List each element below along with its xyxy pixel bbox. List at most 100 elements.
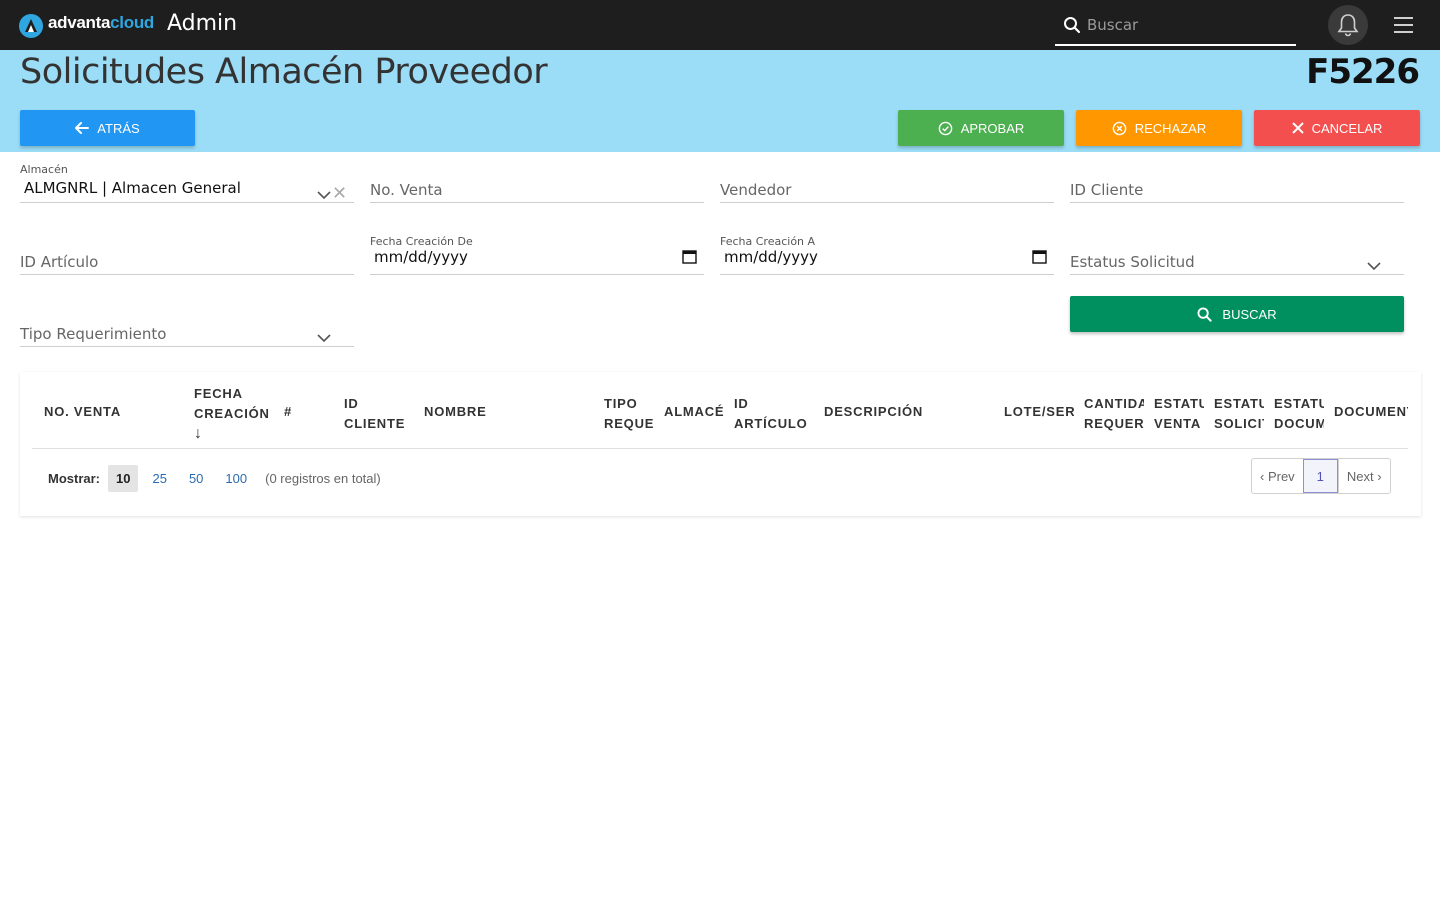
- bell-icon: [1337, 14, 1359, 37]
- col-line2: CLIENTE: [344, 416, 406, 431]
- col-line1: ESTATUS: [1154, 396, 1204, 411]
- col-line2: REQUE: [604, 416, 654, 431]
- calendar-icon[interactable]: [1032, 249, 1047, 264]
- page-size-option[interactable]: 25: [144, 465, 174, 492]
- col-no-venta[interactable]: NO. VENTA: [44, 402, 184, 422]
- total-records: (0 registros en total): [265, 470, 381, 486]
- page-title: Solicitudes Almacén Proveedor: [20, 52, 548, 92]
- page-size-option[interactable]: 10: [108, 464, 139, 492]
- col-lote-serie[interactable]: LOTE/SERIE: [1004, 402, 1074, 422]
- almacen-label: Almacén: [20, 163, 68, 176]
- approve-button[interactable]: APROBAR: [898, 110, 1064, 146]
- arrow-left-icon: [75, 122, 90, 134]
- col-line1: CANTIDAD: [1084, 396, 1144, 411]
- col-estatus-solicitud[interactable]: ESTATUS SOLICITUD: [1214, 394, 1264, 434]
- chevron-down-icon: [1367, 262, 1381, 271]
- col-line1: FECHA: [194, 386, 243, 401]
- fecha-de-value: mm/dd/yyyy: [374, 248, 468, 266]
- chevron-down-icon[interactable]: [317, 191, 331, 200]
- page-header: Solicitudes Almacén Proveedor F5226 ATRÁ…: [0, 50, 1440, 152]
- current-page-button[interactable]: 1: [1302, 459, 1338, 493]
- fecha-de-label: Fecha Creación De: [370, 235, 473, 248]
- x-circle-icon: [1112, 121, 1127, 135]
- sort-arrow-down-icon[interactable]: ↓: [194, 424, 334, 444]
- search-icon: [1064, 17, 1081, 34]
- results-table-card: NO. VENTA FECHA CREACIÓN ↓ # ID CLIENTE …: [20, 372, 1421, 516]
- page-size-option[interactable]: 100: [217, 465, 255, 492]
- col-line2: ARTÍCULO: [734, 416, 808, 431]
- tipo-requerimiento-select[interactable]: Tipo Requerimiento: [20, 307, 354, 347]
- table-header: NO. VENTA FECHA CREACIÓN ↓ # ID CLIENTE …: [32, 380, 1408, 449]
- col-almacen[interactable]: ALMACÉN: [664, 402, 724, 422]
- no-venta-field[interactable]: No. Venta: [370, 163, 704, 203]
- reject-label: RECHAZAR: [1134, 120, 1207, 136]
- col-line1: ESTATUS: [1274, 396, 1324, 411]
- brand-part-1: advanta: [48, 13, 111, 32]
- vendedor-placeholder: Vendedor: [720, 181, 792, 199]
- calendar-icon[interactable]: [682, 249, 697, 264]
- col-line1: #: [284, 404, 293, 419]
- almacen-value: ALMGNRL | Almacen General: [24, 179, 241, 197]
- next-page-button[interactable]: Next ›: [1337, 459, 1390, 493]
- almacen-select[interactable]: Almacén ALMGNRL | Almacen General ✕: [20, 163, 354, 204]
- col-estatus-venta[interactable]: ESTATUS VENTA: [1154, 394, 1204, 434]
- approve-label: APROBAR: [960, 120, 1025, 136]
- fecha-creacion-de-field[interactable]: Fecha Creación De mm/dd/yyyy: [370, 235, 704, 275]
- search-button[interactable]: BUSCAR: [1070, 296, 1404, 332]
- form-code: F5226: [1306, 52, 1420, 92]
- id-articulo-field[interactable]: ID Artículo: [20, 235, 354, 275]
- global-search: [1055, 6, 1296, 46]
- page-size-option[interactable]: 50: [181, 465, 211, 492]
- col-id-cliente[interactable]: ID CLIENTE: [344, 394, 414, 434]
- menu-icon[interactable]: [1394, 17, 1414, 33]
- estatus-placeholder: Estatus Solicitud: [1070, 253, 1195, 271]
- id-articulo-placeholder: ID Artículo: [20, 253, 99, 271]
- col-line1: DESCRIPCIÓN: [824, 404, 924, 419]
- col-tipo-requerimiento[interactable]: TIPO REQUE: [604, 394, 654, 434]
- prev-page-button[interactable]: ‹ Prev: [1252, 459, 1303, 493]
- brand-name[interactable]: advantacloud: [48, 13, 154, 33]
- reject-button[interactable]: RECHAZAR: [1076, 110, 1242, 146]
- col-line1: NO. VENTA: [44, 404, 122, 419]
- search-input[interactable]: [1087, 14, 1287, 36]
- chevron-down-icon: [317, 334, 331, 343]
- clear-icon[interactable]: ✕: [332, 183, 347, 204]
- tipo-req-placeholder: Tipo Requerimiento: [20, 325, 167, 343]
- vendedor-field[interactable]: Vendedor: [720, 163, 1054, 203]
- col-line2: SOLICITUD: [1214, 416, 1264, 431]
- back-label: ATRÁS: [97, 120, 140, 136]
- page-size-selector: Mostrar: 10 25 50 100 (0 registros en to…: [48, 463, 381, 493]
- col-id-articulo[interactable]: ID ARTÍCULO: [734, 394, 814, 434]
- col-line2: DOCUMENTO: [1274, 416, 1324, 431]
- close-icon: [1291, 122, 1304, 134]
- search-icon: [1197, 306, 1213, 322]
- show-label: Mostrar:: [48, 470, 101, 486]
- col-line1: DOCUMENTO: [1334, 404, 1408, 419]
- notifications-button[interactable]: [1328, 5, 1368, 45]
- pagination: ‹ Prev 1 Next ›: [1251, 458, 1391, 494]
- advanta-logo-icon[interactable]: [16, 11, 46, 39]
- fecha-a-label: Fecha Creación A: [720, 235, 816, 248]
- col-line2: VENTA: [1154, 416, 1202, 431]
- check-circle-icon: [938, 121, 952, 135]
- col-line1: ESTATUS: [1214, 396, 1264, 411]
- no-venta-placeholder: No. Venta: [370, 181, 443, 199]
- cancel-button[interactable]: CANCELAR: [1254, 110, 1420, 146]
- fecha-creacion-a-field[interactable]: Fecha Creación A mm/dd/yyyy: [720, 235, 1054, 275]
- id-cliente-field[interactable]: ID Cliente: [1070, 163, 1404, 203]
- col-line2: REQUERIDA: [1084, 416, 1144, 431]
- back-button[interactable]: ATRÁS: [20, 110, 195, 146]
- top-navbar: advantacloud Admin: [0, 0, 1440, 50]
- col-cantidad-requerida[interactable]: CANTIDAD REQUERIDA: [1084, 394, 1144, 434]
- col-descripcion[interactable]: DESCRIPCIÓN: [824, 402, 984, 422]
- col-documento[interactable]: DOCUMENTO: [1334, 402, 1408, 422]
- col-line1: ID: [344, 396, 359, 411]
- col-number[interactable]: #: [284, 402, 324, 422]
- id-cliente-placeholder: ID Cliente: [1070, 181, 1144, 199]
- fecha-a-value: mm/dd/yyyy: [724, 248, 818, 266]
- estatus-solicitud-select[interactable]: Estatus Solicitud: [1070, 235, 1404, 275]
- section-title: Admin: [167, 11, 238, 36]
- col-estatus-documento[interactable]: ESTATUS DOCUMENTO: [1274, 394, 1324, 434]
- col-nombre[interactable]: NOMBRE: [424, 402, 584, 422]
- col-line1: NOMBRE: [424, 404, 487, 419]
